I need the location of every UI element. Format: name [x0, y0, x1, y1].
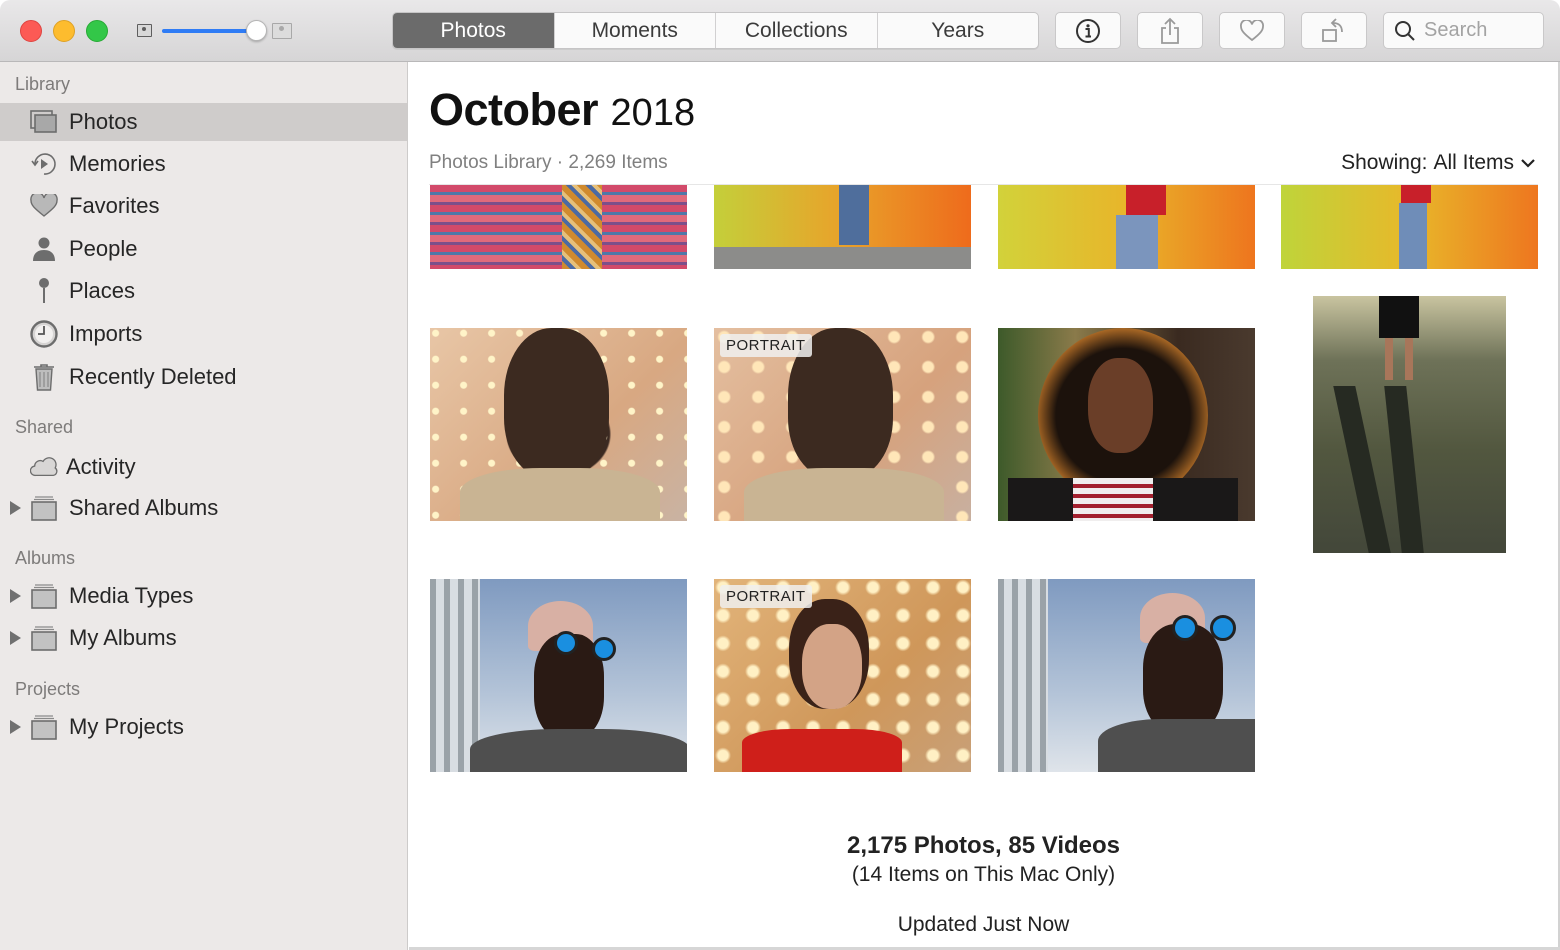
minimize-window-button[interactable]: [53, 20, 75, 42]
title-year: 2018: [610, 92, 696, 134]
tab-photos[interactable]: Photos: [393, 13, 554, 48]
page-title: October 2018: [429, 84, 695, 136]
sidebar-item-my-albums[interactable]: My Albums: [0, 619, 407, 657]
share-icon: [1161, 17, 1179, 44]
sidebar-item-label: Media Types: [69, 583, 194, 608]
search-icon: [1395, 20, 1415, 41]
library-item-count: Photos Library · 2,269 Items: [429, 152, 668, 173]
search-input[interactable]: [1424, 19, 1534, 42]
showing-filter-dropdown[interactable]: Showing: All Items: [1341, 151, 1536, 175]
library-summary-local: (14 Items on This Mac Only): [851, 863, 1116, 886]
photo-grid: PORTRAIT PORTRAIT: [409, 185, 1558, 785]
sidebar-item-favorites[interactable]: Favorites: [0, 187, 407, 225]
sidebar-item-people[interactable]: People: [0, 230, 407, 268]
photo-thumbnail[interactable]: [714, 185, 971, 269]
sidebar-header-albums: Albums: [15, 548, 76, 568]
sidebar-item-label: Photos: [69, 109, 138, 134]
pin-icon: [30, 277, 58, 305]
library-summary-counts: 2,175 Photos, 85 Videos: [846, 832, 1120, 859]
photo-thumbnail[interactable]: [1313, 296, 1506, 553]
photo-thumbnail[interactable]: [1281, 185, 1538, 269]
info-icon: [1076, 18, 1100, 43]
sidebar-item-label: Shared Albums: [69, 495, 219, 520]
disclosure-triangle-icon[interactable]: [10, 720, 21, 734]
tab-years[interactable]: Years: [876, 13, 1039, 48]
clock-icon: [30, 320, 58, 348]
showing-value: All Items: [1433, 151, 1514, 174]
person-icon: [30, 235, 58, 263]
sidebar-item-media-types[interactable]: Media Types: [0, 577, 407, 615]
rotate-icon: [1322, 17, 1343, 42]
sidebar-item-label: Recently Deleted: [69, 364, 237, 389]
sidebar-item-label: My Projects: [69, 714, 184, 739]
chevron-down-icon: [1521, 159, 1535, 168]
heart-icon: [1240, 19, 1264, 41]
share-button[interactable]: [1137, 12, 1203, 49]
tab-moments[interactable]: Moments: [553, 13, 716, 48]
sidebar-header-library: Library: [15, 74, 71, 94]
sidebar-item-photos[interactable]: Photos: [0, 103, 407, 141]
memories-icon: [30, 150, 58, 178]
sidebar-item-shared-albums[interactable]: Shared Albums: [0, 489, 407, 527]
album-stack-icon: [30, 713, 58, 741]
rotate-button[interactable]: [1301, 12, 1367, 49]
sidebar-item-imports[interactable]: Imports: [0, 315, 407, 353]
photo-library-view: October 2018 Photos Library · 2,269 Item…: [409, 62, 1558, 948]
album-stack-icon: [30, 624, 58, 652]
sidebar-item-label: Activity: [66, 454, 136, 479]
sidebar-item-label: People: [69, 236, 138, 261]
album-stack-icon: [30, 494, 58, 522]
close-window-button[interactable]: [20, 20, 42, 42]
sidebar-item-label: Memories: [69, 151, 166, 176]
search-field[interactable]: [1383, 12, 1544, 49]
sidebar-item-memories[interactable]: Memories: [0, 145, 407, 183]
tab-collections[interactable]: Collections: [715, 13, 877, 48]
sidebar-item-my-projects[interactable]: My Projects: [0, 708, 407, 746]
thumbnail-size-slider-knob[interactable]: [245, 20, 267, 41]
thumbnail-size-slider-track[interactable]: [162, 29, 256, 33]
info-button[interactable]: [1055, 12, 1121, 49]
photo-thumbnail[interactable]: [998, 328, 1255, 521]
favorite-button[interactable]: [1219, 12, 1285, 49]
showing-label: Showing:: [1341, 151, 1428, 174]
sidebar-header-projects: Projects: [15, 679, 81, 699]
heart-icon: [30, 192, 58, 220]
large-thumbnail-icon: [272, 23, 292, 39]
photo-thumbnail[interactable]: PORTRAIT: [714, 328, 971, 521]
library-sync-status: Updated Just Now: [897, 913, 1070, 936]
window-toolbar: Photos Moments Collections Years: [0, 0, 1560, 62]
sidebar-item-activity[interactable]: Activity: [0, 448, 407, 486]
sidebar-item-places[interactable]: Places: [0, 272, 407, 310]
photo-thumbnail[interactable]: [998, 579, 1255, 772]
photo-thumbnail[interactable]: [430, 579, 687, 772]
sidebar-item-label: Places: [69, 278, 136, 303]
portrait-badge: PORTRAIT: [720, 334, 812, 357]
disclosure-triangle-icon[interactable]: [10, 631, 21, 645]
small-thumbnail-icon: [137, 24, 152, 37]
portrait-badge: PORTRAIT: [720, 585, 812, 608]
photo-thumbnail[interactable]: [430, 185, 687, 269]
trash-icon: [30, 363, 58, 391]
sidebar-item-recently-deleted[interactable]: Recently Deleted: [0, 358, 407, 396]
zoom-window-button[interactable]: [86, 20, 108, 42]
photo-thumbnail[interactable]: [998, 185, 1255, 269]
view-tabs: Photos Moments Collections Years: [392, 12, 1039, 49]
sidebar-item-label: My Albums: [69, 625, 177, 650]
sidebar-header-shared: Shared: [15, 417, 74, 437]
cloud-icon: [30, 453, 58, 481]
photo-thumbnail[interactable]: PORTRAIT: [714, 579, 971, 772]
sidebar: Library Photos Memories Favorites People…: [0, 62, 408, 950]
disclosure-triangle-icon[interactable]: [10, 589, 21, 603]
disclosure-triangle-icon[interactable]: [10, 501, 21, 515]
sidebar-item-label: Imports: [69, 321, 143, 346]
album-stack-icon: [30, 582, 58, 610]
sidebar-item-label: Favorites: [69, 193, 160, 218]
title-month: October: [429, 84, 599, 135]
photos-icon: [30, 108, 58, 136]
photo-thumbnail[interactable]: [430, 328, 687, 521]
